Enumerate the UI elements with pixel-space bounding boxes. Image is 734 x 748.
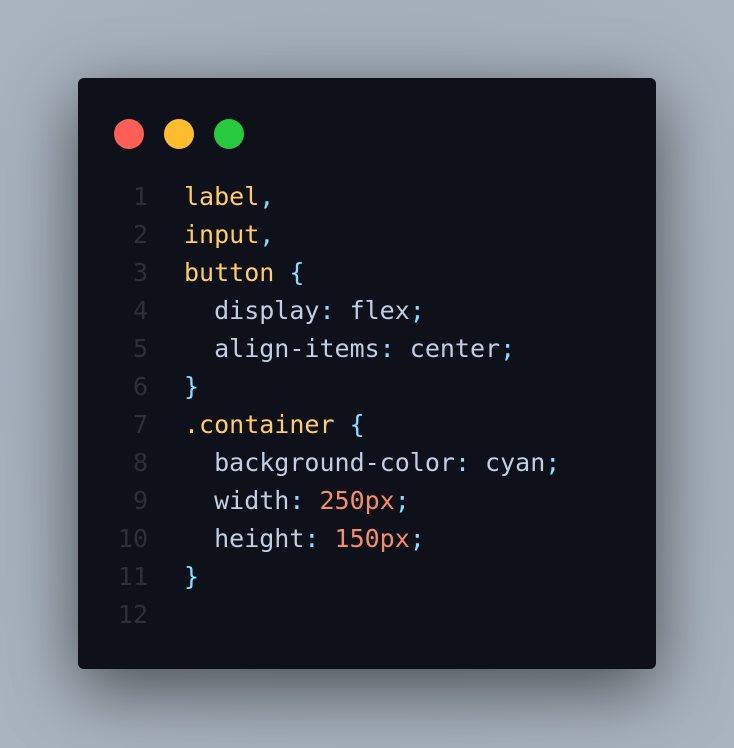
code-token: ; [409, 524, 425, 553]
code-line: 11} [78, 558, 656, 596]
code-token: : [379, 334, 410, 363]
code-token: : [304, 524, 335, 553]
code-line: 2 input, [78, 216, 656, 254]
line-number: 4 [132, 296, 148, 325]
code-token: ; [545, 448, 561, 477]
code-token: .container [184, 410, 335, 439]
code-token: { [289, 258, 305, 287]
line-number: 10 [117, 524, 148, 553]
code-token: ; [409, 296, 425, 325]
code-line: 5 align-items: center; [78, 330, 656, 368]
line-number: 5 [132, 334, 148, 363]
line-content: width: 250px; [184, 482, 410, 520]
line-content: align-items: center; [184, 330, 515, 368]
line-content: } [184, 558, 199, 596]
code-line: 8 background-color: cyan; [78, 444, 656, 482]
code-token: center [409, 334, 501, 363]
line-content: .container { [184, 406, 365, 444]
code-line: 9 width: 250px; [78, 482, 656, 520]
code-line: 7 .container { [78, 406, 656, 444]
code-token: } [184, 562, 200, 591]
code-token: : [319, 296, 350, 325]
code-line: 6} [78, 368, 656, 406]
code-token: label [184, 182, 260, 211]
code-token: , [259, 182, 275, 211]
line-number: 3 [132, 258, 148, 287]
code-token: 250px [319, 486, 395, 515]
line-number: 6 [132, 372, 148, 401]
code-token: display [184, 296, 320, 325]
code-line: 1 label, [78, 178, 656, 216]
line-number: 8 [132, 448, 148, 477]
window-controls [114, 119, 244, 149]
line-number: 1 [132, 182, 148, 211]
code-token: ; [500, 334, 516, 363]
code-token: 150px [334, 524, 410, 553]
code-token: { [349, 410, 365, 439]
line-content: height: 150px; [184, 520, 425, 558]
line-number: 2 [132, 220, 148, 249]
code-line: 4 display: flex; [78, 292, 656, 330]
line-content: } [184, 368, 199, 406]
code-token: : [454, 448, 486, 477]
line-content: background-color: cyan; [184, 444, 560, 482]
code-line: 10 height: 150px; [78, 520, 656, 558]
line-content: input, [184, 216, 274, 254]
code-line: 12 [78, 596, 656, 634]
line-content: label, [184, 178, 274, 216]
code-line: 3 button { [78, 254, 656, 292]
close-button[interactable] [114, 119, 144, 149]
code-editor[interactable]: 1 label, 2 input, 3 button {4 display: flex; 5… [78, 178, 656, 634]
minimize-button[interactable] [164, 119, 194, 149]
code-token: ; [394, 486, 410, 515]
maximize-button[interactable] [214, 119, 244, 149]
code-window: 1 label, 2 input, 3 button {4 display: flex; 5… [78, 78, 656, 669]
code-token: align-items [184, 334, 380, 363]
code-token: , [259, 220, 275, 249]
code-token: flex [349, 296, 410, 325]
line-number: 9 [132, 486, 148, 515]
line-number: 11 [117, 562, 148, 591]
code-token: : [289, 486, 320, 515]
code-token: input [184, 220, 260, 249]
code-token: width [184, 486, 290, 515]
code-token: button [184, 258, 275, 287]
code-token: background-color [184, 448, 455, 477]
line-content: button { [184, 254, 304, 292]
code-token: } [184, 372, 200, 401]
code-token: height [184, 524, 305, 553]
code-token: cyan [485, 448, 546, 477]
line-number: 7 [132, 410, 148, 439]
line-number: 12 [117, 600, 148, 629]
line-content: display: flex; [184, 292, 425, 330]
